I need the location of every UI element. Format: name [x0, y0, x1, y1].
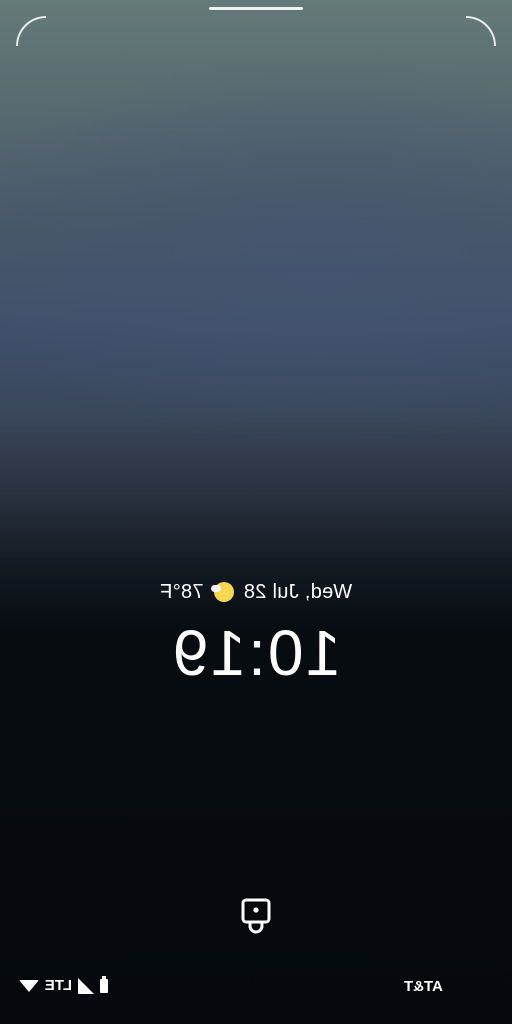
battery-icon — [100, 978, 108, 993]
top-handle[interactable] — [209, 7, 303, 10]
network-type-label: LTE — [44, 977, 72, 994]
corner-arc-right — [466, 16, 496, 46]
cell-signal-icon — [78, 977, 94, 994]
temperature-label: 78°F — [159, 580, 204, 603]
wifi-icon — [18, 979, 39, 992]
lock-icon[interactable] — [241, 898, 271, 934]
weather-sun-icon — [213, 582, 234, 602]
clock-time: 10:19 — [170, 617, 342, 689]
lock-screen: Wed, Jul 28 78°F 10:19 AT&T LTE — [0, 0, 512, 1024]
status-bar: AT&T LTE — [0, 974, 512, 1002]
date-label: Wed, Jul 28 — [243, 580, 353, 603]
date-weather-row: Wed, Jul 28 78°F — [0, 577, 512, 607]
carrier-label: AT&T — [404, 978, 443, 995]
status-icons: LTE — [18, 977, 108, 994]
corner-arc-left — [16, 16, 46, 46]
